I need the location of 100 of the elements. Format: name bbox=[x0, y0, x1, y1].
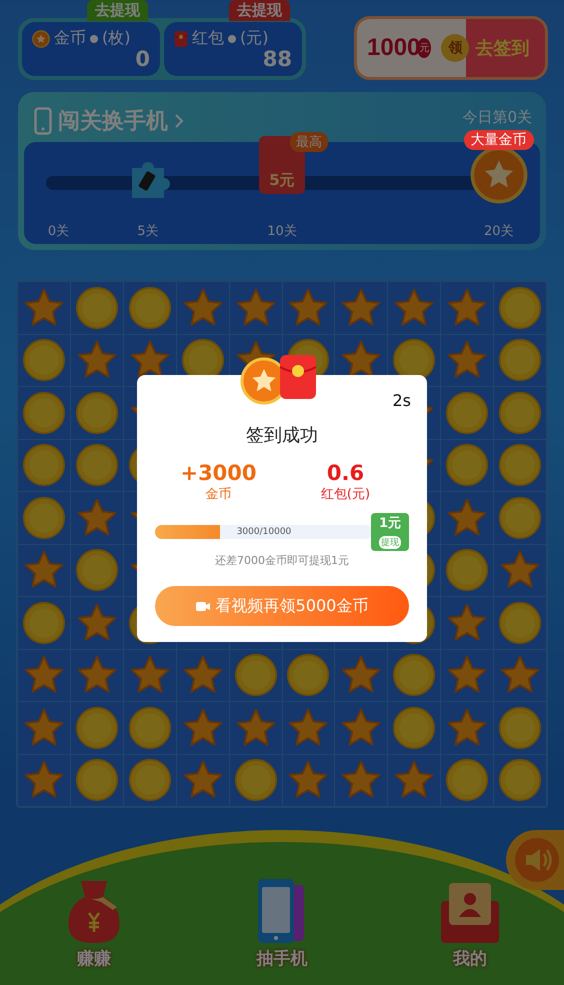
board-tile[interactable] bbox=[494, 282, 546, 334]
board-tile[interactable] bbox=[335, 282, 388, 334]
coin-icon bbox=[286, 653, 330, 698]
board-tile[interactable] bbox=[18, 492, 70, 544]
board-tile[interactable] bbox=[230, 650, 282, 701]
nav-item[interactable]: 抽手机 bbox=[222, 876, 342, 971]
board-tile[interactable] bbox=[70, 440, 123, 491]
board-tile[interactable] bbox=[18, 754, 70, 806]
coin-icon bbox=[234, 758, 278, 802]
board-tile[interactable] bbox=[70, 387, 123, 438]
board-tile[interactable] bbox=[70, 544, 123, 596]
level-label: 5关 bbox=[137, 223, 158, 240]
coin-icon bbox=[22, 443, 66, 488]
board-tile[interactable] bbox=[388, 282, 440, 334]
board-tile[interactable] bbox=[388, 702, 440, 754]
board-tile[interactable] bbox=[441, 387, 494, 438]
board-tile[interactable] bbox=[230, 702, 282, 754]
envelope-icon bbox=[174, 30, 188, 48]
reward-amount: 0.6 bbox=[326, 461, 364, 485]
board-tile[interactable] bbox=[494, 754, 546, 806]
board-tile[interactable] bbox=[335, 702, 388, 754]
board-tile[interactable] bbox=[18, 440, 70, 491]
board-tile[interactable] bbox=[176, 282, 229, 334]
board-tile[interactable] bbox=[335, 650, 388, 701]
board-tile[interactable] bbox=[176, 754, 229, 806]
coin-icon bbox=[445, 443, 490, 488]
board-tile[interactable] bbox=[70, 702, 123, 754]
board-tile[interactable] bbox=[282, 650, 334, 701]
coin-icon bbox=[498, 706, 542, 750]
board-tile[interactable] bbox=[18, 387, 70, 438]
coin-icon bbox=[498, 390, 542, 435]
board-tile[interactable] bbox=[70, 597, 123, 648]
sound-button[interactable] bbox=[506, 830, 564, 890]
board-tile[interactable] bbox=[441, 597, 494, 648]
withdraw-tag[interactable]: 去提现 bbox=[229, 0, 290, 21]
nav-item[interactable]: 我的 bbox=[410, 880, 530, 971]
board-tile[interactable] bbox=[230, 282, 282, 334]
coin-icon bbox=[74, 758, 119, 802]
coin-icon bbox=[74, 390, 119, 435]
board-tile[interactable] bbox=[441, 440, 494, 491]
board-tile[interactable] bbox=[494, 492, 546, 544]
board-tile[interactable] bbox=[282, 754, 334, 806]
board-tile[interactable] bbox=[70, 282, 123, 334]
board-tile[interactable] bbox=[441, 282, 494, 334]
balance-value: 0 bbox=[135, 49, 150, 70]
board-tile[interactable] bbox=[70, 334, 123, 386]
board-tile[interactable] bbox=[18, 282, 70, 334]
board-tile[interactable] bbox=[494, 702, 546, 754]
board-tile[interactable] bbox=[388, 650, 440, 701]
board-tile[interactable] bbox=[441, 650, 494, 701]
board-tile[interactable] bbox=[230, 754, 282, 806]
board-tile[interactable] bbox=[282, 702, 334, 754]
board-tile[interactable] bbox=[18, 650, 70, 701]
watch-video-button[interactable]: 看视频再领5000金币 bbox=[155, 586, 409, 626]
board-tile[interactable] bbox=[441, 754, 494, 806]
board-tile[interactable] bbox=[124, 754, 176, 806]
board-tile[interactable] bbox=[18, 334, 70, 386]
board-tile[interactable] bbox=[441, 702, 494, 754]
panel-title[interactable]: 闯关换手机 bbox=[58, 106, 168, 136]
board-tile[interactable] bbox=[176, 650, 229, 701]
board-tile[interactable] bbox=[282, 282, 334, 334]
board-tile[interactable] bbox=[494, 440, 546, 491]
board-tile[interactable] bbox=[494, 544, 546, 596]
board-tile[interactable] bbox=[388, 754, 440, 806]
balance-label: 红包 bbox=[192, 28, 224, 49]
board-tile[interactable] bbox=[335, 754, 388, 806]
board-tile[interactable] bbox=[124, 282, 176, 334]
reward-label: 红包(元) bbox=[320, 486, 370, 503]
coin-icon bbox=[74, 548, 119, 592]
nav-item[interactable]: 赚赚 bbox=[34, 874, 154, 971]
board-tile[interactable] bbox=[70, 754, 123, 806]
today-level: 今日第0关 bbox=[462, 108, 532, 127]
board-tile[interactable] bbox=[124, 702, 176, 754]
board-tile[interactable] bbox=[494, 387, 546, 438]
video-camera-icon bbox=[196, 602, 210, 610]
board-tile[interactable] bbox=[494, 334, 546, 386]
board-tile[interactable] bbox=[18, 597, 70, 648]
board-tile[interactable] bbox=[70, 492, 123, 544]
board-tile[interactable] bbox=[441, 544, 494, 596]
coin-icon bbox=[128, 286, 172, 330]
reward-amount: 5元 bbox=[269, 171, 295, 190]
withdraw-tag[interactable]: 去提现 bbox=[87, 0, 148, 21]
coin-icon bbox=[498, 758, 542, 802]
coin-icon bbox=[22, 600, 66, 645]
board-tile[interactable] bbox=[18, 544, 70, 596]
coin-icon bbox=[74, 443, 119, 488]
dialog-title: 签到成功 bbox=[246, 424, 318, 447]
board-tile[interactable] bbox=[176, 702, 229, 754]
board-tile[interactable] bbox=[494, 650, 546, 701]
board-tile[interactable] bbox=[494, 597, 546, 648]
board-tile[interactable] bbox=[18, 702, 70, 754]
board-tile[interactable] bbox=[441, 334, 494, 386]
coin-icon bbox=[74, 286, 119, 330]
progress-reading: 3000/10000 bbox=[236, 526, 292, 539]
board-tile[interactable] bbox=[70, 650, 123, 701]
board-tile[interactable] bbox=[441, 492, 494, 544]
board-tile[interactable] bbox=[124, 650, 176, 701]
coin-icon bbox=[392, 653, 436, 698]
coin-icon bbox=[498, 338, 542, 382]
coin-icon bbox=[22, 390, 66, 435]
